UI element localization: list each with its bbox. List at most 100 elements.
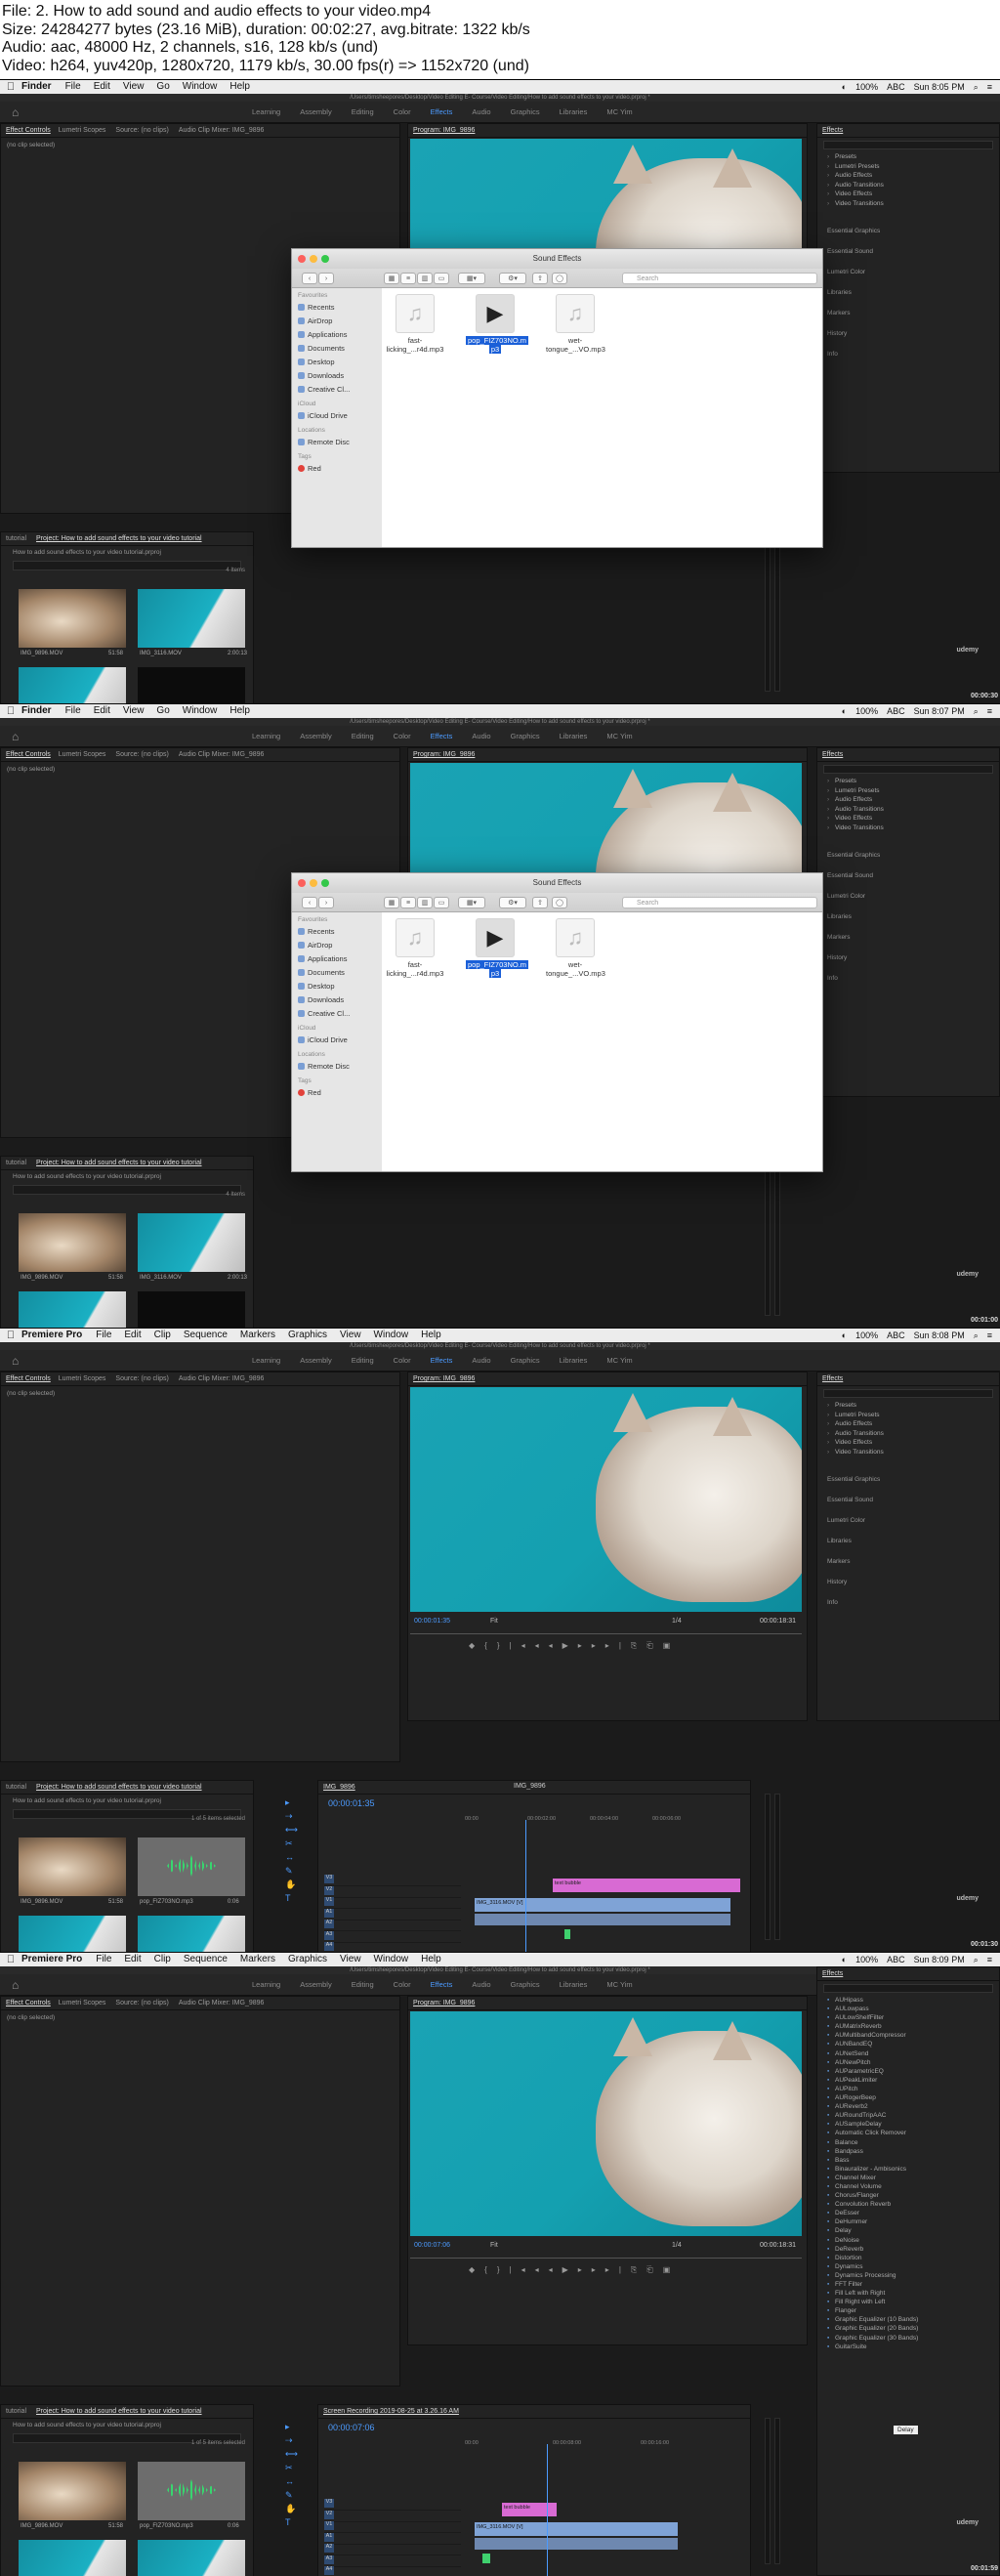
audio-effect-item[interactable]: FFT Filter	[827, 2280, 999, 2289]
workspace-tab[interactable]: Graphics	[501, 102, 550, 125]
panel-section[interactable]: Lumetri Color	[827, 1510, 999, 1531]
track-header[interactable]: V1	[324, 2521, 461, 2533]
panel-section[interactable]: Info	[827, 344, 999, 364]
audio-file[interactable]: ♫ fast-licking_...r4d.mp3	[386, 294, 444, 354]
track-header[interactable]: V2	[324, 1885, 461, 1898]
project-search-input[interactable]	[13, 561, 241, 570]
razor-tool-icon[interactable]: ✂	[285, 1837, 297, 1850]
menu-item[interactable]: View	[123, 80, 145, 94]
effects-folder[interactable]: Video Transitions	[827, 823, 999, 833]
panel-section[interactable]: Essential Graphics	[827, 1469, 999, 1490]
track-tag[interactable]: A1	[324, 2532, 334, 2542]
workspace-tab[interactable]: MC Yim	[597, 1350, 642, 1373]
playhead-timecode[interactable]: 00:00:07:06	[414, 2242, 450, 2249]
project-thumbnail[interactable]	[19, 1916, 126, 1952]
effects-folder[interactable]: Audio Effects	[827, 171, 999, 181]
menu-item[interactable]: Go	[156, 704, 169, 718]
audio-effect-item[interactable]: AUParametricEQ	[827, 2067, 999, 2076]
menu-item[interactable]: File	[65, 704, 81, 718]
audio-effect-item[interactable]: Bass	[827, 2156, 999, 2165]
project-thumbnail[interactable]	[138, 667, 245, 703]
panel-section[interactable]: Markers	[827, 303, 999, 323]
effects-folder[interactable]: Presets	[827, 152, 999, 162]
menubar-clock[interactable]: Sun 8:05 PM	[914, 80, 965, 94]
battery-status[interactable]: 100%	[855, 80, 878, 94]
sidebar-item[interactable]: Documents	[292, 342, 382, 356]
apple-icon[interactable]: 	[0, 1953, 21, 1966]
pen-tool-icon[interactable]: ✎	[285, 1864, 297, 1878]
transport-buttons[interactable]: ◆{}|◂◂◂▶▸▸▸|⎘⎗▣	[469, 1641, 680, 1651]
sidebar-item[interactable]: iCloud Drive	[292, 409, 382, 423]
input-source[interactable]: ABC	[887, 1953, 905, 1966]
sidebar-item[interactable]: Applications	[292, 952, 382, 966]
zoom-fit[interactable]: Fit	[490, 1618, 498, 1625]
audio-effect-item[interactable]: AUReverb2	[827, 2102, 999, 2111]
effects-folder[interactable]: Audio Transitions	[827, 181, 999, 190]
resolution-select[interactable]: 1/4	[672, 1618, 682, 1625]
wifi-icon[interactable]: ◐	[842, 80, 847, 94]
workspace-tab[interactable]: Editing	[342, 1350, 384, 1373]
audio-effect-item[interactable]: AURogerBeep	[827, 2093, 999, 2102]
sidebar-item[interactable]: AirDrop	[292, 315, 382, 328]
workspace-tab[interactable]: Effects	[420, 1974, 463, 1998]
audio-effect-item[interactable]: AUPeakLimiter	[827, 2076, 999, 2085]
effects-search-input[interactable]	[823, 765, 993, 774]
group-button[interactable]: ▦▾	[458, 897, 485, 908]
sidebar-item[interactable]: Recents	[292, 925, 382, 939]
timeline-timecode[interactable]: 00:00:01:35	[328, 1798, 375, 1808]
menu-item[interactable]: Edit	[124, 1329, 141, 1342]
menu-icon[interactable]: ≡	[987, 704, 992, 718]
timeline-ruler[interactable]: 00:00 00:00:02:00 00:00:04:00 00:00:06:00	[465, 1816, 748, 1826]
audio-effect-item[interactable]: DeEsser	[827, 2209, 999, 2217]
battery-status[interactable]: 100%	[855, 1953, 878, 1966]
project-thumbnail[interactable]	[138, 1837, 245, 1896]
effects-folder[interactable]: Video Transitions	[827, 199, 999, 209]
menu-item[interactable]: Sequence	[184, 1329, 228, 1342]
workspace-tab[interactable]: Color	[384, 1974, 421, 1998]
apple-icon[interactable]: 	[0, 704, 21, 718]
sidebar-item[interactable]: Downloads	[292, 993, 382, 1007]
workspace-tab[interactable]: Color	[384, 102, 421, 125]
audio-file[interactable]: ♫ wet-tongue_...VO.mp3	[546, 294, 605, 354]
audio-effect-item[interactable]: AUNBandEQ	[827, 2040, 999, 2048]
menu-item[interactable]: Edit	[94, 80, 110, 94]
track-tag[interactable]: A4	[324, 1942, 334, 1951]
back-button[interactable]: ‹	[302, 273, 317, 284]
tab-effects[interactable]: Effects	[822, 127, 843, 134]
panel-section[interactable]: Markers	[827, 927, 999, 948]
tab-tutorial[interactable]: tutorial	[6, 1160, 26, 1166]
audio-file[interactable]: ▶ pop_FIZ703NO.m p3	[466, 294, 529, 354]
panel-section[interactable]: Essential Sound	[827, 866, 999, 886]
track-header[interactable]: V3	[324, 2499, 461, 2511]
menu-icon[interactable]: ≡	[987, 80, 992, 94]
tag-button[interactable]: ◯	[552, 273, 567, 284]
timeline-playhead[interactable]	[547, 2444, 548, 2576]
sidebar-item[interactable]: Red	[292, 1086, 382, 1100]
app-menu[interactable]: Finder	[21, 80, 52, 94]
tab-timeline[interactable]: IMG_9896	[323, 1784, 355, 1791]
workspace-tab[interactable]: Audio	[462, 1974, 500, 1998]
audio-effect-item[interactable]: Chorus/Flanger	[827, 2191, 999, 2200]
audio-effect-item[interactable]: AULowShelfFilter	[827, 2013, 999, 2022]
tab-source[interactable]: Source: (no clips)	[115, 751, 168, 758]
app-menu[interactable]: Premiere Pro	[21, 1953, 82, 1966]
close-button[interactable]	[298, 879, 306, 887]
menu-item[interactable]: View	[340, 1953, 361, 1966]
project-thumbnail[interactable]	[138, 1213, 245, 1272]
track-header[interactable]: A2	[324, 2544, 461, 2555]
workspace-tab[interactable]: Effects	[420, 1350, 463, 1373]
workspace-tab[interactable]: Libraries	[550, 1974, 598, 1998]
project-thumbnail[interactable]	[138, 2462, 245, 2520]
group-button[interactable]: ▦▾	[458, 273, 485, 284]
audio-effect-item[interactable]: DeReverb	[827, 2245, 999, 2254]
action-button[interactable]: ⚙▾	[499, 897, 526, 908]
project-search-input[interactable]	[13, 1185, 241, 1195]
selection-tool-icon[interactable]: ▸	[285, 1795, 297, 1809]
audio-effect-item[interactable]: AURoundTripAAC	[827, 2111, 999, 2120]
audio-effect-item[interactable]: GuitarSuite	[827, 2343, 999, 2351]
panel-section[interactable]: Essential Sound	[827, 241, 999, 262]
project-thumbnail[interactable]	[19, 667, 126, 703]
track-header[interactable]: A3	[324, 1930, 461, 1943]
menubar-clock[interactable]: Sun 8:07 PM	[914, 704, 965, 718]
track-header[interactable]: V3	[324, 1875, 461, 1886]
